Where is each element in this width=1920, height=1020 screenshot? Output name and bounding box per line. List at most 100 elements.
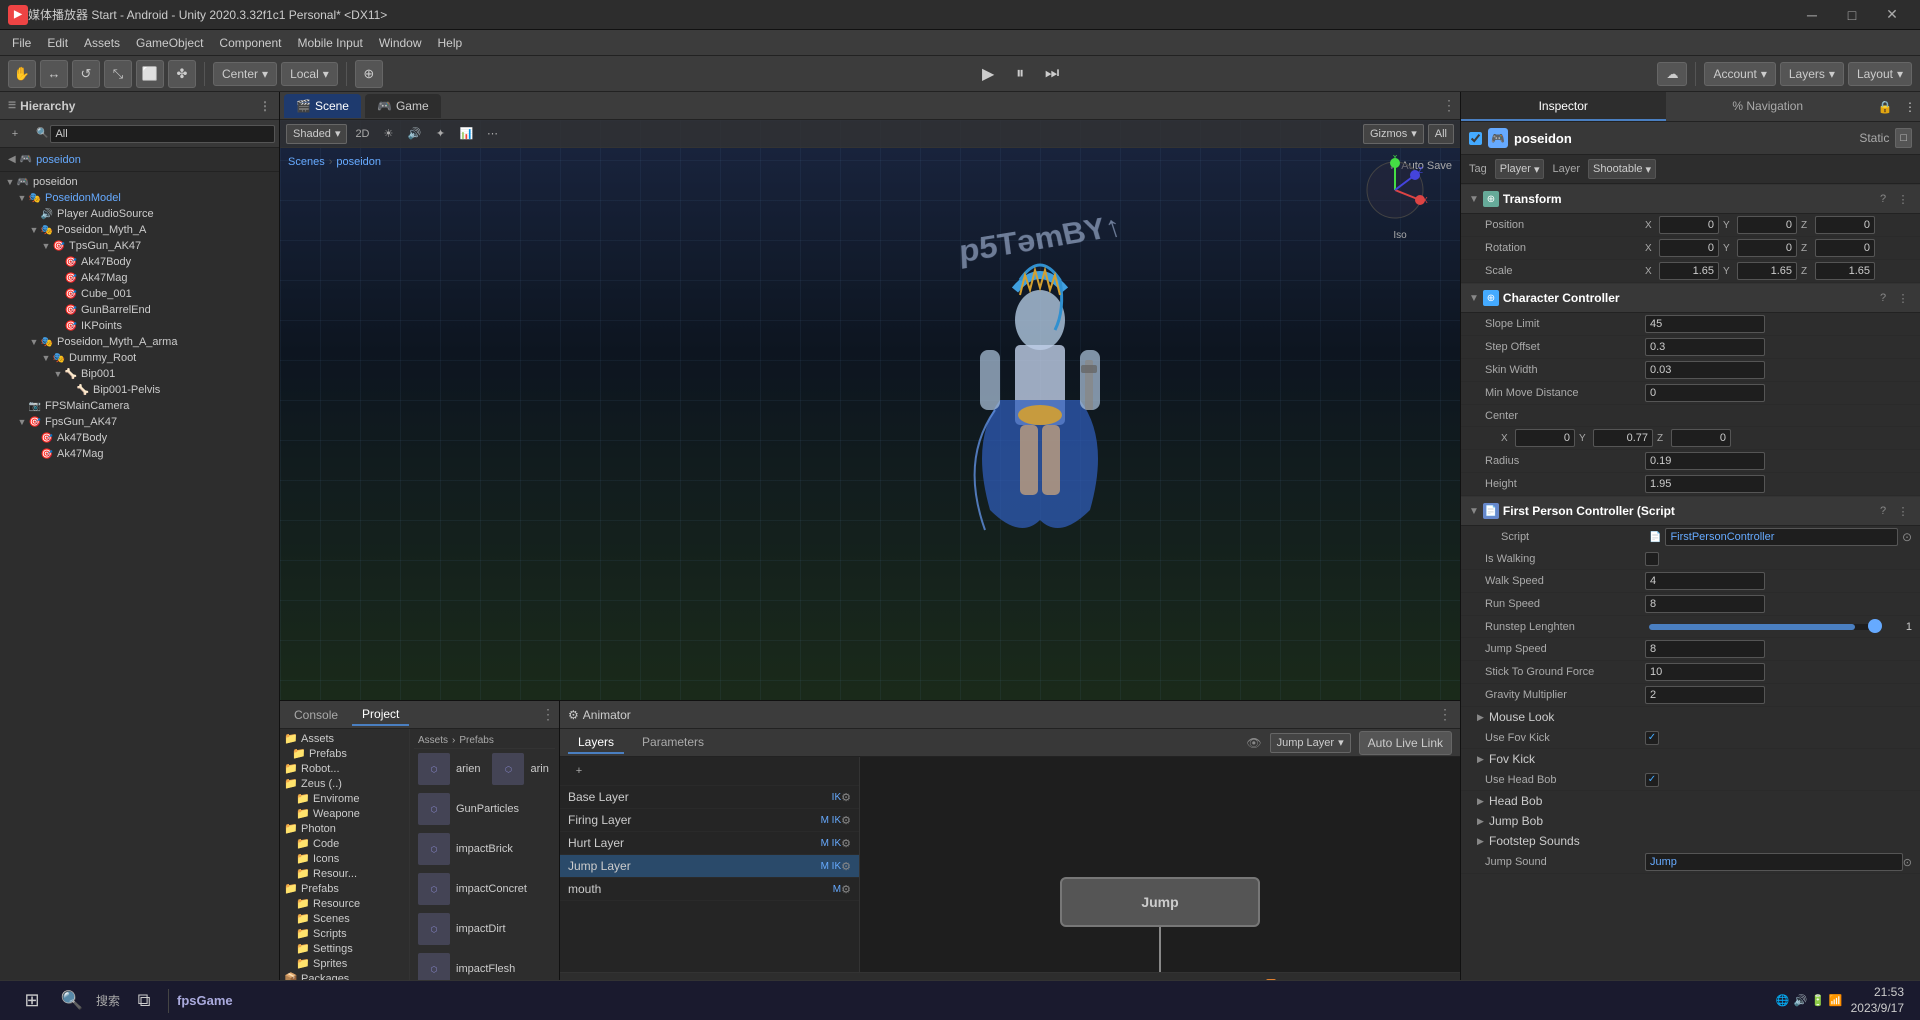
viewport-more-icon[interactable]: ⋮ xyxy=(1442,97,1456,114)
back-arrow-icon[interactable]: ◀ xyxy=(8,154,16,165)
tab-scene[interactable]: 🎬 Scene xyxy=(284,94,361,118)
step-offset-value[interactable]: 0.3 xyxy=(1645,338,1765,356)
center-z-input[interactable]: 0 xyxy=(1671,429,1731,447)
close-button[interactable]: ✕ xyxy=(1872,0,1912,30)
jump-sound-value[interactable]: Jump xyxy=(1645,853,1903,871)
menu-mobile-input[interactable]: Mobile Input xyxy=(289,33,370,53)
taskbar-search-icon[interactable]: 🔍 xyxy=(56,985,88,1017)
slope-limit-value[interactable]: 45 xyxy=(1645,315,1765,333)
tree-item-gunbarrel[interactable]: 🎯 GunBarrelEnd xyxy=(0,302,279,318)
breadcrumb-scenes[interactable]: Scenes xyxy=(288,156,325,168)
layer-mouth[interactable]: mouth M ⚙ xyxy=(560,878,859,901)
play-button[interactable]: ▶ xyxy=(974,60,1002,88)
layers-dropdown[interactable]: Layers ▾ xyxy=(1780,62,1844,86)
pause-button[interactable]: ⏸ xyxy=(1006,60,1034,88)
gizmo-iso-label[interactable]: Iso xyxy=(1393,230,1406,241)
stick-ground-value[interactable]: 10 xyxy=(1645,663,1765,681)
transform-help-btn[interactable]: ? xyxy=(1874,190,1892,208)
proj-folder-robot[interactable]: 📁 Robot... xyxy=(280,761,409,776)
scale-y-input[interactable]: 1.65 xyxy=(1737,262,1797,280)
gizmo-widget[interactable]: Y X Z Iso xyxy=(1360,155,1440,235)
scale-y-field[interactable]: Y 1.65 xyxy=(1723,262,1797,280)
rotation-y-field[interactable]: Y 0 xyxy=(1723,239,1797,257)
tab-navigation[interactable]: % Navigation xyxy=(1666,92,1871,121)
gizmos-dropdown[interactable]: Gizmos ▾ xyxy=(1363,124,1424,144)
rotation-x-input[interactable]: 0 xyxy=(1659,239,1719,257)
proj-folder-zeus[interactable]: 📁 Zeus (..) xyxy=(280,776,409,791)
taskbar-taskview-icon[interactable]: ⧉ xyxy=(128,985,160,1017)
gravity-mult-value[interactable]: 2 xyxy=(1645,686,1765,704)
tree-item-ak47mag[interactable]: 🎯 Ak47Mag xyxy=(0,270,279,286)
component-fpc-header[interactable]: ▼ 📄 First Person Controller (Script ? ⋮ xyxy=(1461,496,1920,526)
tree-item-dummyroot[interactable]: ▼ 🎭 Dummy_Root xyxy=(0,350,279,366)
stats-btn[interactable]: 📊 xyxy=(455,124,477,144)
tree-item-poseidon-arma[interactable]: ▼ 🎭 Poseidon_Myth_A_arma xyxy=(0,334,279,350)
tree-item-tpsgun[interactable]: ▼ 🎯 TpsGun_AK47 xyxy=(0,238,279,254)
jump-state-node[interactable]: Jump xyxy=(1060,877,1260,927)
rotation-z-field[interactable]: Z 0 xyxy=(1801,239,1875,257)
taskbar-search-label[interactable]: 搜索 xyxy=(96,992,120,1009)
proj-folder-assets[interactable]: 📁 Assets xyxy=(280,731,409,746)
scale-x-field[interactable]: X 1.65 xyxy=(1645,262,1719,280)
sys-icon-4[interactable]: 📶 xyxy=(1829,994,1843,1007)
toolbar-hand-btn[interactable]: ✋ xyxy=(8,60,36,88)
center-x-field[interactable]: X 0 xyxy=(1501,429,1575,447)
tree-item-ak47mag2[interactable]: 🎯 Ak47Mag xyxy=(0,446,279,462)
viewport[interactable]: Shaded ▾ 2D ☀ 🔊 ✦ 📊 ⋯ Gizmos ▾ xyxy=(280,120,1460,700)
light-btn[interactable]: ☀ xyxy=(377,124,399,144)
use-head-bob-checkbox[interactable]: ✓ xyxy=(1645,773,1659,787)
sys-icon-2[interactable]: 🔊 xyxy=(1794,994,1808,1007)
tree-item-fpsgun[interactable]: ▼ 🎯 FpsGun_AK47 xyxy=(0,414,279,430)
tree-item-ak47body[interactable]: 🎯 Ak47Body xyxy=(0,254,279,270)
layer-base[interactable]: Base Layer IK ⚙ xyxy=(560,786,859,809)
layer-mouth-gear[interactable]: ⚙ xyxy=(841,883,851,896)
tree-item-ak47body2[interactable]: 🎯 Ak47Body xyxy=(0,430,279,446)
breadcrumb-poseidon[interactable]: poseidon xyxy=(336,156,381,168)
proj-folder-scripts[interactable]: 📁 Scripts xyxy=(280,926,409,941)
hierarchy-search[interactable] xyxy=(50,125,275,143)
toolbar-scale-btn[interactable]: ⤡ xyxy=(104,60,132,88)
proj-folder-scenes[interactable]: 📁 Scenes xyxy=(280,911,409,926)
sys-icon-1[interactable]: 🌐 xyxy=(1776,994,1790,1007)
layer-hurt[interactable]: Hurt Layer M IK ⚙ xyxy=(560,832,859,855)
file-arien[interactable]: ⬡ arien xyxy=(414,751,484,787)
menu-gameobject[interactable]: GameObject xyxy=(128,33,211,53)
shading-dropdown[interactable]: Shaded ▾ xyxy=(286,124,347,144)
account-dropdown[interactable]: Account ▾ xyxy=(1704,62,1775,86)
extra-btn[interactable]: ⊕ xyxy=(355,60,383,88)
inspector-more-icon[interactable]: ⋮ xyxy=(1900,92,1920,121)
layer-base-gear[interactable]: ⚙ xyxy=(841,791,851,804)
toolbar-multi-btn[interactable]: ✤ xyxy=(168,60,196,88)
file-impactdirt[interactable]: ⬡ impactDirt xyxy=(414,911,510,947)
position-y-input[interactable]: 0 xyxy=(1737,216,1797,234)
proj-folder-settings[interactable]: 📁 Settings xyxy=(280,941,409,956)
add-layer-btn[interactable]: + xyxy=(568,761,590,781)
tab-game[interactable]: 🎮 Game xyxy=(365,94,441,118)
proj-bc-prefabs[interactable]: Prefabs xyxy=(459,735,493,746)
run-speed-value[interactable]: 8 xyxy=(1645,595,1765,613)
tree-item-ikpoints[interactable]: 🎯 IKPoints xyxy=(0,318,279,334)
restore-button[interactable]: □ xyxy=(1832,0,1872,30)
file-impactbrick[interactable]: ⬡ impactBrick xyxy=(414,831,517,867)
layer-jump-gear[interactable]: ⚙ xyxy=(841,860,851,873)
component-charcontroller-header[interactable]: ▼ ⊕ Character Controller ? ⋮ xyxy=(1461,283,1920,313)
menu-window[interactable]: Window xyxy=(371,33,430,53)
auto-live-link-btn[interactable]: Auto Live Link xyxy=(1359,731,1452,755)
proj-folder-resource[interactable]: 📁 Resource xyxy=(280,896,409,911)
is-walking-checkbox[interactable] xyxy=(1645,552,1659,566)
rotation-x-field[interactable]: X 0 xyxy=(1645,239,1719,257)
animator-more-icon[interactable]: ⋮ xyxy=(1438,706,1452,723)
obj-active-checkbox[interactable] xyxy=(1469,132,1482,145)
center-y-field[interactable]: Y 0.77 xyxy=(1579,429,1653,447)
space-dropdown[interactable]: Local ▾ xyxy=(281,62,338,86)
tree-item-poseidon-root[interactable]: ▼ 🎮 poseidon xyxy=(0,174,279,190)
layer-jump[interactable]: Jump Layer M IK ⚙ xyxy=(560,855,859,878)
walk-speed-value[interactable]: 4 xyxy=(1645,572,1765,590)
tag-dropdown[interactable]: Player ▾ xyxy=(1495,159,1545,179)
layout-dropdown[interactable]: Layout ▾ xyxy=(1848,62,1912,86)
min-move-value[interactable]: 0 xyxy=(1645,384,1765,402)
proj-bc-assets[interactable]: Assets xyxy=(418,735,448,746)
menu-file[interactable]: File xyxy=(4,33,39,53)
skin-width-value[interactable]: 0.03 xyxy=(1645,361,1765,379)
tab-project[interactable]: Project xyxy=(352,704,409,726)
